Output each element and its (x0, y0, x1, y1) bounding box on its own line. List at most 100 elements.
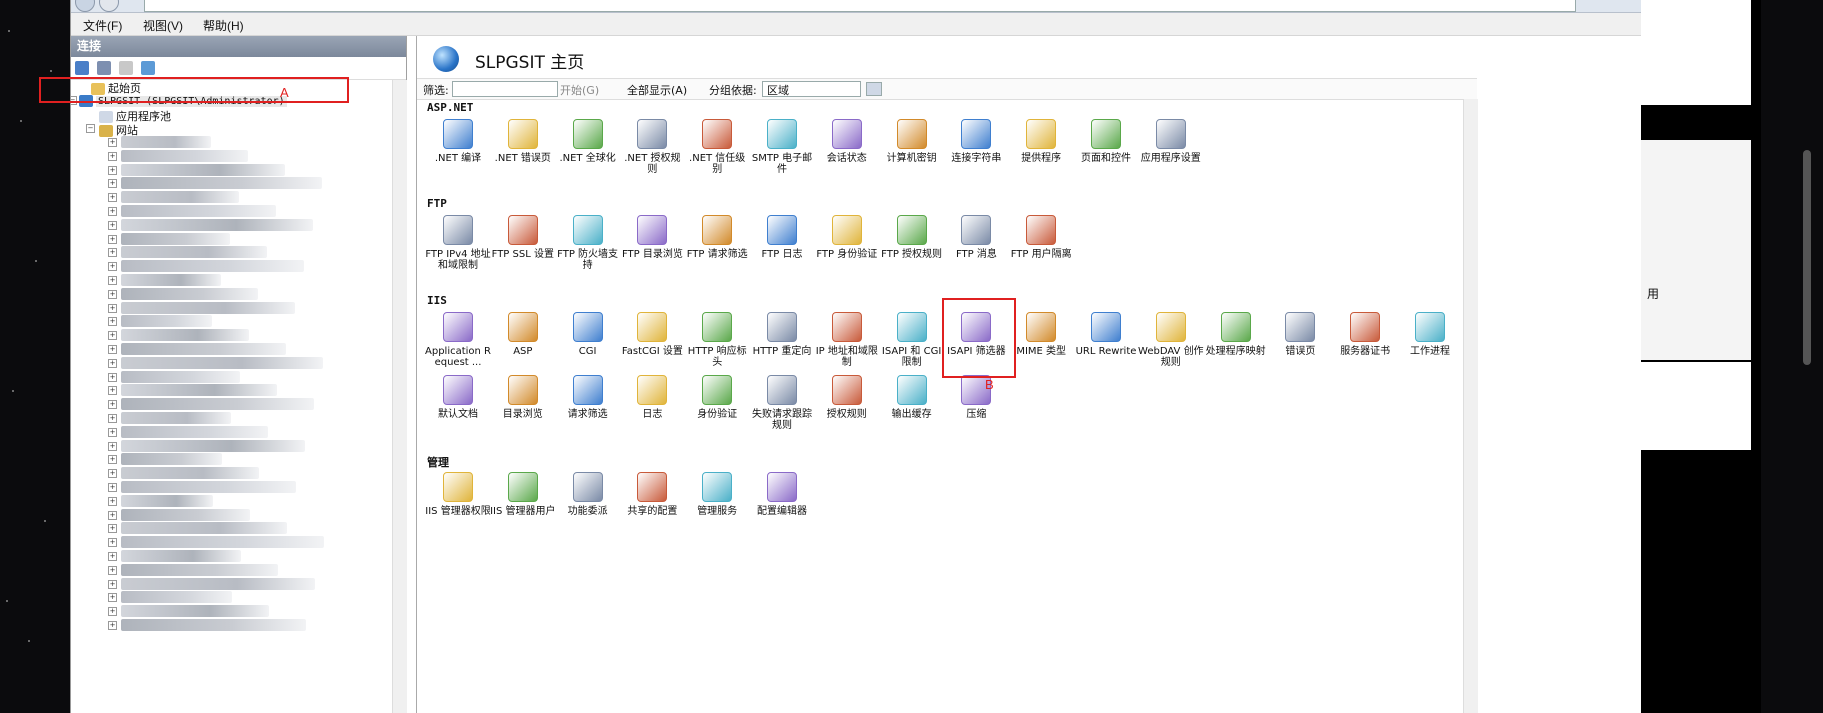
tree-site-item[interactable] (121, 205, 276, 217)
tree-expander-site[interactable]: + (108, 524, 117, 534)
back-button[interactable] (75, 0, 95, 12)
feature-tile[interactable]: MIME 类型 (1008, 312, 1074, 357)
delete-connection-icon[interactable] (141, 61, 155, 75)
feature-tile[interactable]: 提供程序 (1008, 119, 1074, 164)
tree-site-item[interactable] (121, 605, 269, 618)
tree-site-item[interactable] (121, 232, 230, 245)
feature-tile[interactable]: .NET 错误页 (490, 119, 556, 164)
tree-expander-site[interactable]: + (108, 276, 117, 285)
tree-site-item[interactable] (121, 218, 313, 231)
feature-tile[interactable]: Application Request ... (425, 312, 491, 368)
tree-site-item[interactable] (121, 439, 305, 452)
tree-expander-site[interactable]: + (108, 317, 117, 327)
tree-site-item[interactable] (121, 287, 258, 300)
tree-expander-site[interactable]: + (108, 400, 117, 410)
tree-expander-site[interactable]: + (108, 138, 117, 147)
tree-site-item[interactable] (121, 329, 249, 342)
feature-tile[interactable]: .NET 授权规则 (619, 119, 685, 175)
feature-tile[interactable]: URL Rewrite (1073, 312, 1139, 357)
tree-expander-site[interactable]: + (108, 234, 117, 244)
tree-site-item[interactable] (121, 508, 250, 521)
feature-tile[interactable]: 授权规则 (814, 375, 880, 420)
feature-tile[interactable]: IIS 管理器用户 (490, 472, 556, 517)
tree-expander-site[interactable]: + (108, 372, 117, 382)
feature-tile[interactable]: HTTP 重定向 (749, 312, 815, 357)
tree-site-item[interactable] (121, 536, 324, 549)
feature-tile[interactable]: ISAPI 和 CGI 限制 (879, 312, 945, 368)
connections-scrollbar[interactable] (392, 80, 407, 713)
tree-expander-site[interactable]: + (108, 621, 117, 630)
feature-tile[interactable]: 日志 (619, 375, 685, 420)
tree-expander-site[interactable]: + (108, 193, 117, 203)
feature-tile[interactable]: .NET 信任级别 (684, 119, 750, 175)
tree-expander-site[interactable]: + (108, 414, 117, 423)
tree-expander-site[interactable]: + (108, 248, 117, 258)
feature-tile[interactable]: 管理服务 (684, 472, 750, 517)
feature-tile[interactable]: 压缩 (943, 375, 1009, 420)
tree-site-item[interactable] (121, 136, 211, 148)
tree-site-item[interactable] (121, 356, 323, 369)
feature-tile[interactable]: FTP 用户隔离 (1008, 215, 1074, 260)
tree-site-item[interactable] (121, 149, 248, 162)
feature-tile[interactable]: FTP 防火墙支持 (555, 215, 621, 271)
feature-tile[interactable]: FTP SSL 设置 (490, 215, 556, 260)
tree-expander-site[interactable]: + (108, 427, 117, 437)
tree-site-item[interactable] (121, 343, 286, 355)
feature-tile[interactable]: FTP 日志 (749, 215, 815, 260)
tree-site-item[interactable] (121, 384, 277, 397)
tree-site-item[interactable] (121, 163, 285, 176)
feature-tile[interactable]: CGI (555, 312, 621, 357)
tree-site-item[interactable] (121, 481, 296, 493)
feature-tile[interactable]: 会话状态 (814, 119, 880, 164)
tree-site-item[interactable] (121, 191, 239, 204)
tree-site-item[interactable] (121, 274, 221, 286)
address-bar[interactable] (144, 0, 1576, 12)
tree-site-item[interactable] (121, 494, 213, 507)
feature-tile[interactable]: 连接字符串 (943, 119, 1009, 164)
tree-site-item[interactable] (121, 577, 315, 590)
tree-expander-site[interactable]: + (108, 220, 117, 230)
feature-tile[interactable]: 计算机密钥 (879, 119, 945, 164)
connect-icon[interactable] (75, 61, 89, 75)
menu-file[interactable]: 文件(F) (83, 17, 122, 34)
feature-tile[interactable]: 应用程序设置 (1138, 119, 1204, 164)
feature-tile[interactable]: FastCGI 设置 (619, 312, 685, 357)
tree-site-item[interactable] (121, 398, 314, 411)
feature-tile[interactable]: IP 地址和域限制 (814, 312, 880, 368)
tree-expander-site[interactable]: + (108, 510, 117, 520)
tree-expander-site[interactable]: + (108, 262, 117, 272)
tree-expander-site[interactable]: + (108, 607, 117, 617)
feature-tile[interactable]: FTP 授权规则 (879, 215, 945, 260)
menu-view[interactable]: 视图(V) (143, 17, 183, 34)
tree-site-item[interactable] (121, 177, 322, 190)
tree-expander-site[interactable]: + (108, 207, 117, 216)
feature-tile[interactable]: 错误页 (1267, 312, 1333, 357)
tree-expander-site[interactable]: + (108, 151, 117, 161)
tree-expander-site[interactable]: + (108, 579, 117, 589)
feature-tile[interactable]: HTTP 响应标头 (684, 312, 750, 368)
up-icon[interactable] (119, 61, 133, 75)
save-icon[interactable] (97, 61, 111, 75)
feature-tile[interactable]: .NET 全球化 (555, 119, 621, 164)
tree-site-item[interactable] (121, 522, 287, 535)
tree-expander-site[interactable]: + (108, 593, 117, 603)
feature-tile[interactable]: FTP 请求筛选 (684, 215, 750, 260)
feature-tile[interactable]: 输出缓存 (879, 375, 945, 420)
feature-tile[interactable]: 共享的配置 (619, 472, 685, 517)
feature-tile[interactable]: 服务器证书 (1332, 312, 1398, 357)
group-by-select[interactable]: 区域 (762, 81, 861, 97)
tree-expander-site[interactable]: + (108, 358, 117, 368)
feature-tile[interactable]: 目录浏览 (490, 375, 556, 420)
background-scrollbar[interactable] (1803, 150, 1811, 365)
feature-tile[interactable]: 失败请求跟踪规则 (749, 375, 815, 431)
feature-tile[interactable]: FTP IPv4 地址和域限制 (425, 215, 491, 271)
tree-expander-site[interactable]: + (108, 552, 117, 561)
feature-tile[interactable]: WebDAV 创作规则 (1138, 312, 1204, 368)
show-all-button[interactable]: 全部显示(A) (627, 82, 687, 98)
tree-site-item[interactable] (121, 260, 304, 273)
tree-expander-site[interactable]: + (108, 331, 117, 341)
tree-expander-site[interactable]: + (108, 565, 117, 575)
feature-tile[interactable]: 默认文档 (425, 375, 491, 420)
features-scrollbar[interactable] (1463, 99, 1478, 713)
feature-tile[interactable]: 请求筛选 (555, 375, 621, 420)
